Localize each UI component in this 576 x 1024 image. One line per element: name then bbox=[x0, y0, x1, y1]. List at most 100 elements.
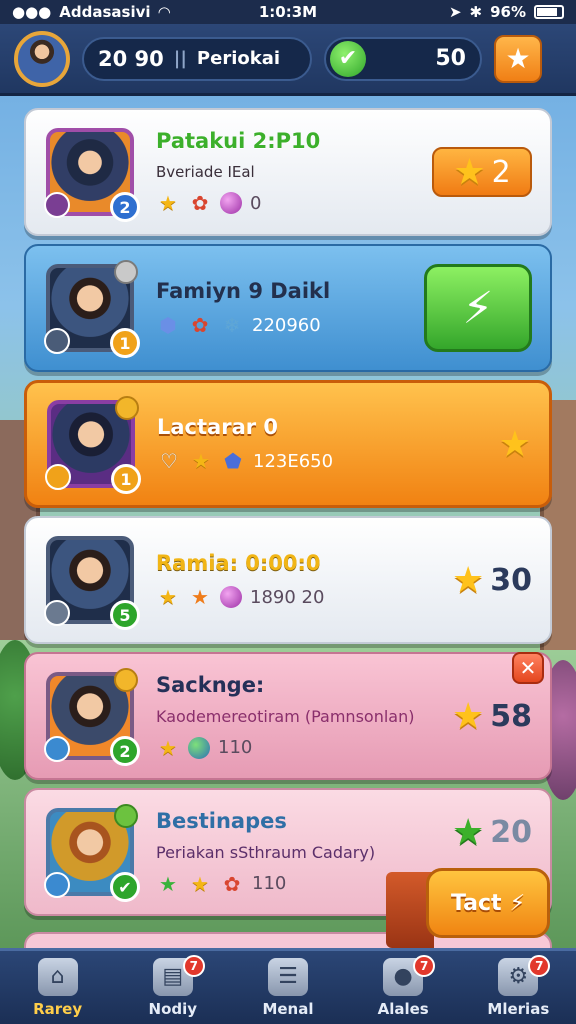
star-icon: ★ bbox=[451, 811, 485, 853]
entry-subtitle: Kaodemereotiram (Pamnsonlan) bbox=[156, 706, 415, 726]
score-display: ★ 30 bbox=[452, 560, 532, 601]
entry-name: Lactarar 0 bbox=[157, 415, 279, 439]
player-name: Periokai bbox=[196, 48, 281, 69]
nav-label: Menal bbox=[262, 999, 314, 1018]
star-icon: ★ bbox=[498, 423, 531, 465]
list-item[interactable]: 1 Famiyn 9 Daikl ⬢ ✿ ❄ 220960 ⚡ bbox=[24, 244, 552, 372]
list-item[interactable]: 1 Lactarar 0 ♡ ★ ⬟ 123E650 ★ bbox=[24, 380, 552, 508]
orb-icon bbox=[220, 586, 242, 608]
scroll-icon: ☰ bbox=[267, 957, 308, 996]
character-portrait: 2 bbox=[44, 668, 140, 766]
wifi-icon: ◠ bbox=[158, 3, 171, 21]
nav-label: Alales bbox=[377, 999, 429, 1018]
star-icon: ★ bbox=[451, 695, 485, 737]
rank-badge-icon bbox=[115, 396, 139, 420]
class-badge-icon bbox=[44, 600, 70, 626]
list-item[interactable]: 2 Patakui 2:P10 Bveriade IEal ★ ✿ 0 ★ 2 bbox=[24, 108, 552, 236]
character-portrait: 2 bbox=[44, 128, 140, 222]
class-badge-icon bbox=[44, 872, 70, 898]
entry-subtitle: Periakan sSthraum Cadary) bbox=[156, 842, 376, 862]
nav-label: Nodiy bbox=[148, 999, 198, 1018]
nav-label: Rarey bbox=[33, 999, 83, 1018]
star-icon: ★ bbox=[159, 871, 177, 896]
rank-badge-icon bbox=[114, 260, 138, 284]
star-icon: ★ bbox=[191, 585, 209, 609]
entry-stats: 0 bbox=[250, 192, 262, 214]
nav-item-menu[interactable]: ☰ Menal bbox=[238, 953, 338, 1023]
star-icon: ★ bbox=[451, 559, 485, 601]
entry-name: Sacknge: bbox=[156, 672, 265, 697]
star-icon: ★ bbox=[159, 191, 177, 215]
tact-button-label: Tact bbox=[450, 890, 502, 916]
flower-icon: ✿ bbox=[191, 191, 209, 215]
level-badge: 1 bbox=[110, 328, 140, 358]
status-bar: ●●● Addasasivi ◠ 1:0:3M ➤ ✱ 96% bbox=[0, 0, 576, 24]
notification-badge: 7 bbox=[413, 954, 436, 977]
flower-icon: ✿ bbox=[223, 871, 241, 896]
battery-icon bbox=[534, 5, 564, 19]
leaderboard-list: 2 Patakui 2:P10 Bveriade IEal ★ ✿ 0 ★ 2 … bbox=[24, 108, 552, 924]
signal-icon: ●●● bbox=[12, 3, 52, 21]
top-header: 20 90 || Periokai ✔ 50 ★ bbox=[0, 24, 576, 96]
challenge-button[interactable]: ⚡ bbox=[424, 264, 532, 352]
entry-score: 58 bbox=[490, 698, 532, 734]
entry-name: Ramia: 0:00:0 bbox=[156, 551, 321, 575]
nav-label: Mlerias bbox=[487, 999, 550, 1018]
score-badge: ★ 2 bbox=[432, 147, 532, 197]
list-item[interactable]: 5 Ramia: 0:00:0 ★ ★ 1890 20 ★ 30 bbox=[24, 516, 552, 644]
star-icon: ★ bbox=[159, 735, 177, 760]
carrier-name: Addasasivi bbox=[59, 3, 151, 21]
score-display: ★ 58 bbox=[452, 696, 532, 737]
gem-icon: ⬢ bbox=[159, 313, 177, 337]
notification-badge: 7 bbox=[528, 954, 551, 977]
tact-button[interactable]: Tact ⚡ bbox=[426, 868, 550, 938]
character-portrait: ✔ bbox=[44, 804, 140, 902]
home-icon: ⌂ bbox=[37, 957, 78, 996]
battery-percent: 96% bbox=[490, 3, 526, 21]
entry-score: 2 bbox=[491, 154, 511, 190]
entry-stats: 1890 20 bbox=[250, 586, 325, 608]
player-avatar[interactable] bbox=[14, 30, 70, 87]
star-icon: ★ bbox=[453, 151, 486, 193]
check-icon: ✔ bbox=[330, 40, 366, 77]
class-badge-icon bbox=[44, 192, 70, 218]
star-icon: ★ bbox=[505, 42, 531, 75]
globe-icon bbox=[188, 736, 210, 759]
close-button[interactable]: ✕ bbox=[512, 652, 544, 684]
rank-badge-icon bbox=[114, 668, 138, 692]
currency-pill: ✔ 50 bbox=[324, 36, 482, 81]
nav-item-settings[interactable]: ⚙ 7 Mlerias bbox=[468, 953, 568, 1023]
gem-icon: ⬟ bbox=[224, 449, 242, 473]
orb-icon bbox=[220, 192, 242, 214]
entry-stats: 220960 bbox=[252, 314, 321, 336]
divider: || bbox=[173, 48, 187, 69]
favorite-star[interactable]: ★ bbox=[499, 424, 531, 465]
entry-name: Patakui 2:P10 bbox=[156, 129, 321, 153]
favorites-button[interactable]: ★ bbox=[494, 34, 542, 83]
bottom-nav: ⌂ Rarey ▤ 7 Nodiy ☰ Menal ● 7 Alales ⚙ 7… bbox=[0, 948, 576, 1024]
level-badge: 2 bbox=[110, 736, 140, 766]
notification-badge: 7 bbox=[182, 954, 205, 977]
close-icon: ✕ bbox=[519, 656, 537, 680]
check-badge-icon: ✔ bbox=[110, 872, 140, 902]
class-badge-icon bbox=[44, 736, 70, 762]
level-badge: 5 bbox=[110, 600, 140, 630]
entry-name: Bestinapes bbox=[156, 808, 287, 833]
nav-item-chat[interactable]: ● 7 Alales bbox=[353, 953, 453, 1023]
bluetooth-icon: ✱ bbox=[469, 3, 483, 21]
lightning-icon: ⚡ bbox=[509, 890, 526, 916]
snowflake-icon: ❄ bbox=[223, 313, 241, 337]
nav-item-inbox[interactable]: ▤ 7 Nodiy bbox=[123, 953, 223, 1023]
level-badge: 2 bbox=[110, 192, 140, 222]
character-portrait: 5 bbox=[44, 536, 140, 630]
currency-value: 50 bbox=[435, 46, 466, 71]
list-item[interactable]: ✕ 2 Sacknge: Kaodemereotiram (Pamnsonlan… bbox=[24, 652, 552, 780]
star-icon: ★ bbox=[192, 449, 210, 473]
entry-stats: 123E650 bbox=[253, 450, 334, 472]
class-badge-icon bbox=[45, 464, 71, 490]
location-icon: ➤ bbox=[448, 3, 462, 21]
star-icon: ★ bbox=[159, 585, 177, 609]
nav-item-home[interactable]: ⌂ Rarey bbox=[8, 953, 108, 1023]
character-portrait: 1 bbox=[44, 260, 140, 358]
rank-badge-icon bbox=[114, 804, 138, 828]
